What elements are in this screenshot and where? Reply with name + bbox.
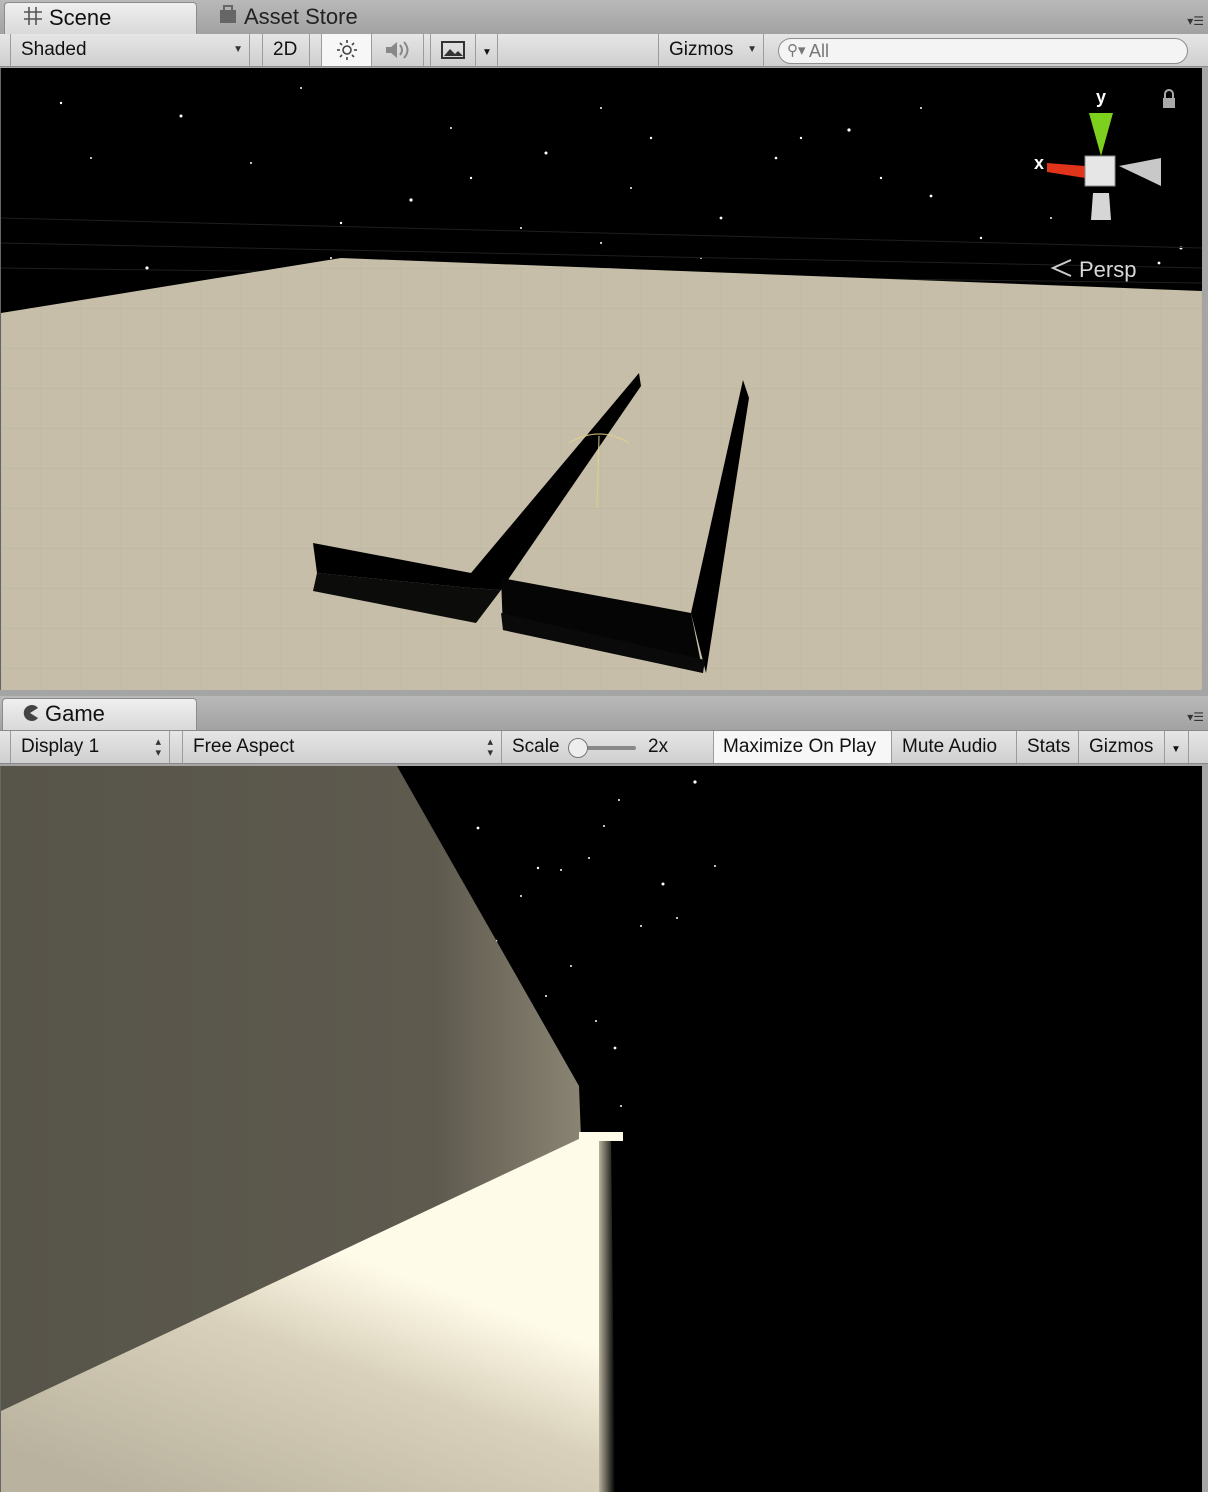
search-icon: ⚲▾: [787, 42, 806, 59]
aspect-label: Free Aspect: [193, 736, 295, 757]
speaker-icon: [384, 39, 412, 60]
stepper-arrows-icon: ▴ ▾: [487, 736, 493, 759]
chevron-down-icon: ▼: [747, 44, 757, 55]
stats-toggle[interactable]: Stats: [1017, 731, 1079, 763]
stats-label: Stats: [1027, 736, 1071, 757]
tab-game[interactable]: Game: [2, 698, 197, 730]
display-label: Display 1: [21, 736, 100, 757]
tab-asset-store[interactable]: Asset Store: [200, 2, 390, 34]
effects-dropdown-button[interactable]: ▼: [476, 34, 498, 66]
scene-toolbar: Shaded ▼ 2D ▼ Gizmos ▼ ⚲▾ All: [0, 34, 1208, 67]
game-panel: Game ▾☰ Display 1 ▴ ▾ Free Aspect ▴ ▾ Scal…: [0, 696, 1208, 1492]
game-render: [1, 766, 1202, 1492]
aspect-dropdown[interactable]: Free Aspect ▴ ▾: [182, 731, 502, 763]
maximize-on-play-toggle[interactable]: Maximize On Play: [713, 731, 892, 763]
scale-control: Scale 2x: [502, 731, 714, 763]
scene-panel: Scene Asset Store ▾☰ Shaded ▼ 2D ▼ Gizmo…: [0, 0, 1208, 692]
axis-y-label: y: [1096, 87, 1106, 107]
game-tabbar: Game ▾☰: [0, 696, 1208, 731]
tab-scene-label: Scene: [49, 5, 112, 30]
image-icon: [441, 39, 465, 60]
lighting-toggle-button[interactable]: [321, 34, 372, 66]
grid-icon: [23, 4, 43, 34]
game-gizmos-label: Gizmos: [1089, 736, 1154, 757]
chevron-down-icon: ▼: [233, 44, 243, 55]
chevron-down-icon: ▼: [482, 47, 492, 58]
scene-viewport[interactable]: y x Persp: [0, 68, 1202, 690]
game-toolbar: Display 1 ▴ ▾ Free Aspect ▴ ▾ Scale 2x Max…: [0, 731, 1208, 764]
game-gizmos-dropdown[interactable]: ▼: [1165, 731, 1189, 763]
tab-asset-store-label: Asset Store: [244, 4, 358, 29]
game-viewport[interactable]: [0, 766, 1202, 1492]
shading-mode-dropdown[interactable]: Shaded ▼: [10, 34, 250, 66]
toggle-2d-button[interactable]: 2D: [262, 34, 310, 66]
projection-label: Persp: [1079, 257, 1136, 282]
gizmos-label: Gizmos: [669, 39, 734, 60]
game-gizmos-toggle[interactable]: Gizmos: [1079, 731, 1165, 763]
scale-slider[interactable]: [568, 738, 636, 758]
tab-scene[interactable]: Scene: [4, 2, 197, 34]
mute-audio-label: Mute Audio: [902, 736, 998, 757]
panel-menu-icon[interactable]: ▾☰: [1187, 710, 1204, 724]
scale-label: Scale: [512, 736, 560, 757]
panel-menu-icon[interactable]: ▾☰: [1187, 14, 1204, 28]
game-ledge-highlight: [579, 1132, 623, 1141]
axis-x-label: x: [1034, 153, 1044, 173]
sun-icon: [336, 39, 358, 60]
gizmos-dropdown[interactable]: Gizmos ▼: [658, 34, 764, 66]
toggle-2d-label: 2D: [273, 39, 298, 60]
pacman-icon: [21, 700, 39, 730]
stepper-arrows-icon: ▴ ▾: [155, 736, 161, 759]
search-placeholder: All: [809, 41, 830, 61]
scene-tabbar: Scene Asset Store ▾☰: [0, 0, 1208, 35]
scene-render: y x Persp: [1, 68, 1202, 690]
scene-search-input[interactable]: ⚲▾ All: [778, 38, 1188, 64]
mute-audio-toggle[interactable]: Mute Audio: [892, 731, 1017, 763]
asset-store-bag-icon: [218, 3, 238, 33]
shading-mode-label: Shaded: [21, 39, 87, 60]
display-dropdown[interactable]: Display 1 ▴ ▾: [10, 731, 170, 763]
maximize-on-play-label: Maximize On Play: [723, 736, 877, 757]
scale-slider-thumb[interactable]: [568, 738, 588, 758]
chevron-down-icon: ▼: [1171, 744, 1181, 755]
tab-game-label: Game: [45, 701, 105, 726]
scale-value: 2x: [648, 736, 669, 757]
effects-toggle-button[interactable]: [430, 34, 476, 66]
audio-toggle-button[interactable]: [372, 34, 424, 66]
